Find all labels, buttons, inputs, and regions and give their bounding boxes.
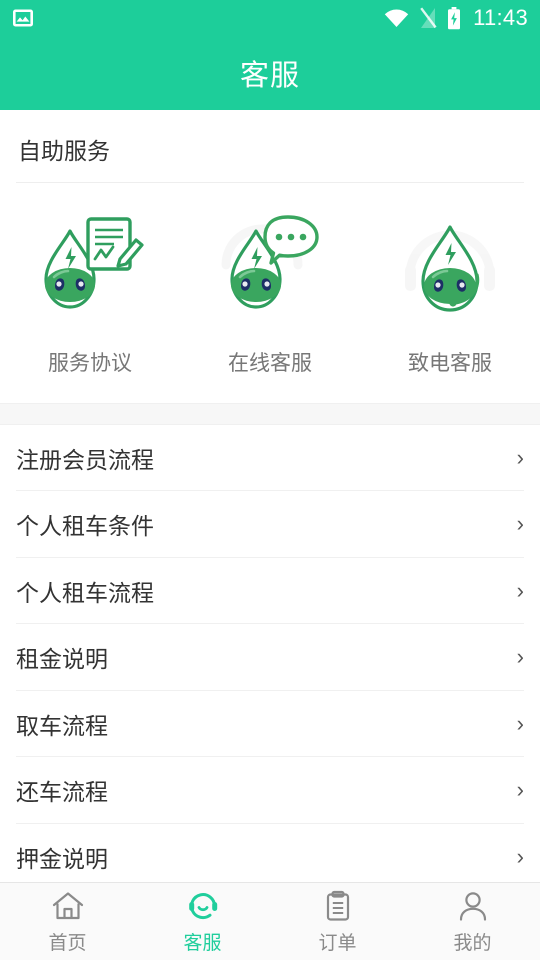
page-title: 客服 <box>239 60 300 92</box>
tab-label: 订单 <box>318 932 357 954</box>
chevron-right-icon: › <box>516 644 524 670</box>
status-bar: 11:43 <box>0 0 540 36</box>
self-service-label: 致电客服 <box>408 351 492 375</box>
tab-label: 客服 <box>183 932 222 954</box>
list-item[interactable]: 注册会员流程 › <box>16 425 524 492</box>
wifi-icon <box>384 8 409 28</box>
list-item-label: 个人租车流程 <box>16 579 154 606</box>
tab-orders[interactable]: 订单 <box>270 883 405 960</box>
tab-label: 我的 <box>453 932 492 954</box>
status-bar-right: 11:43 <box>384 5 528 30</box>
tab-customer-service[interactable]: 客服 <box>135 883 270 960</box>
self-service-label: 在线客服 <box>228 351 312 375</box>
person-icon <box>456 889 490 923</box>
list-item-label: 还车流程 <box>16 779 108 806</box>
tab-label: 首页 <box>48 932 87 954</box>
self-service-item-online-chat[interactable]: 在线客服 <box>180 209 360 377</box>
mascot-headset-icon <box>384 209 516 327</box>
list-item[interactable]: 押金说明 › <box>16 824 524 882</box>
battery-charging-icon <box>447 6 461 30</box>
clipboard-icon <box>321 889 355 923</box>
signal-off-icon <box>419 7 437 29</box>
self-service-item-call[interactable]: 致电客服 <box>360 209 540 377</box>
mascot-chat-icon <box>204 209 336 327</box>
headset-icon <box>186 889 220 923</box>
image-icon <box>12 7 34 29</box>
chevron-right-icon: › <box>516 511 524 537</box>
list-item-label: 押金说明 <box>16 846 108 873</box>
list-item[interactable]: 取车流程 › <box>16 691 524 758</box>
self-service-header: 自助服务 <box>0 110 540 182</box>
status-bar-left <box>12 7 34 29</box>
self-service-grid: 服务协议 在线客服 致电客服 <box>0 182 540 403</box>
tab-profile[interactable]: 我的 <box>405 883 540 960</box>
faq-list[interactable]: 注册会员流程 › 个人租车条件 › 个人租车流程 › 租金说明 › 取车流程 ›… <box>0 424 540 882</box>
chevron-right-icon: › <box>516 444 524 470</box>
list-item[interactable]: 个人租车条件 › <box>16 491 524 558</box>
chevron-right-icon: › <box>516 577 524 603</box>
section-spacer <box>0 402 540 425</box>
self-service-item-agreement[interactable]: 服务协议 <box>0 209 180 377</box>
chevron-right-icon: › <box>516 710 524 736</box>
tab-home[interactable]: 首页 <box>0 883 135 960</box>
chevron-right-icon: › <box>516 777 524 803</box>
list-item[interactable]: 租金说明 › <box>16 624 524 691</box>
app-root: 11:43 客服 自助服务 服务协议 在线客服 致电客服 注册会员流程 › 个人… <box>0 0 540 960</box>
list-item-label: 租金说明 <box>16 646 108 673</box>
list-item-label: 个人租车条件 <box>16 513 154 540</box>
app-header: 客服 <box>0 36 540 110</box>
home-icon <box>51 889 85 923</box>
status-time: 11:43 <box>473 5 528 30</box>
chevron-right-icon: › <box>516 844 524 870</box>
list-item-label: 取车流程 <box>16 712 108 739</box>
self-service-label: 服务协议 <box>48 351 132 375</box>
list-item[interactable]: 还车流程 › <box>16 757 524 824</box>
bottom-tab-bar: 首页 客服 订单 我的 <box>0 882 540 960</box>
self-service-title: 自助服务 <box>18 138 110 164</box>
mascot-document-icon <box>24 209 156 327</box>
list-item-label: 注册会员流程 <box>16 446 154 473</box>
list-item[interactable]: 个人租车流程 › <box>16 558 524 625</box>
